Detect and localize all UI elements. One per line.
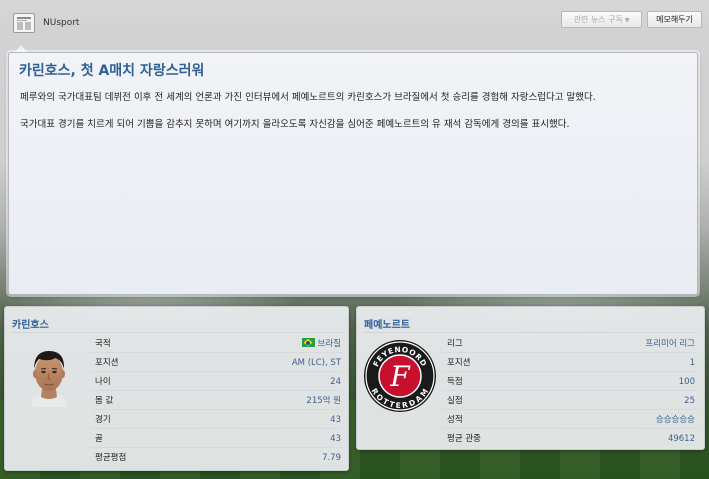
row-value: 100 (678, 377, 695, 387)
row-value: 승승승승승 (655, 415, 695, 425)
article-paragraph: 국가대표 경기를 치르게 되어 기쁨을 감추지 못하며 여기까지 올라오도록 자… (20, 119, 570, 130)
club-row-position: 포지션 1 (443, 354, 697, 372)
row-label: 득점 (447, 377, 463, 387)
player-row-value: 몸 값 215억 원 (91, 392, 343, 410)
chevron-down-icon: ▼ (624, 17, 630, 24)
divider (363, 332, 698, 333)
row-value: 1 (689, 358, 695, 368)
row-label: 리그 (447, 339, 463, 349)
row-value: AM (LC), ST (291, 358, 341, 368)
club-row-goals-against: 실점 25 (443, 392, 697, 410)
club-row-avg-attendance: 평균 관중 49612 (443, 430, 697, 448)
subscribe-related-news-button[interactable]: 관련 뉴스 구독 ▼ (561, 11, 642, 28)
player-row-nationality: 국적 브라질 (91, 335, 343, 353)
row-label: 평균 관중 (447, 434, 481, 444)
row-label: 국적 (95, 339, 111, 349)
row-value: 43 (330, 434, 341, 444)
row-value[interactable]: 브라질 (301, 335, 341, 353)
row-label: 나이 (95, 377, 111, 387)
club-row-goals-for: 득점 100 (443, 373, 697, 391)
newspaper-icon (13, 13, 35, 33)
club-info-card: 페예노르트 FEYENOORD ROTTERDAM F 리그 프리미어 리그 포… (356, 306, 705, 450)
row-value: 25 (684, 396, 695, 406)
nationality-value: 브라질 (317, 339, 341, 349)
row-value: 215억 원 (306, 396, 341, 406)
row-value: 43 (330, 415, 341, 425)
article-body: 페루와의 국가대표팀 데뷔전 이후 전 세계의 언론과 가진 인터뷰에서 페예노… (20, 91, 690, 145)
player-row-age: 나이 24 (91, 373, 343, 391)
crest-letter: F (389, 360, 411, 393)
article-panel: 카린호스, 첫 A매치 자랑스러워 페루와의 국가대표팀 데뷔전 이후 전 세계… (8, 52, 698, 295)
player-row-goals: 골 43 (91, 430, 343, 448)
player-info-card: 카린호스 국적 브라질 포지션 AM (LC), ST 나이 24 몸 값 21… (4, 306, 349, 471)
row-value: 24 (330, 377, 341, 387)
row-label: 몸 값 (95, 396, 114, 406)
row-value: 49612 (667, 434, 695, 444)
player-row-avg-rating: 평균평점 7.79 (91, 449, 343, 467)
player-portrait (31, 351, 67, 407)
news-source: NUsport (43, 18, 80, 28)
save-memo-button[interactable]: 메모해두기 (647, 11, 702, 28)
row-label: 성적 (447, 415, 463, 425)
club-row-league: 리그 프리미어 리그 (443, 335, 697, 353)
news-header: NUsport 관련 뉴스 구독 ▼ 메모해두기 (0, 0, 709, 48)
row-label: 골 (95, 434, 103, 444)
row-value: 7.79 (322, 453, 341, 463)
brazil-flag-icon (301, 338, 315, 347)
player-name-link[interactable]: 카린호스 (12, 316, 49, 331)
row-label: 평균평점 (95, 453, 127, 463)
league-link[interactable]: 프리미어 리그 (645, 335, 695, 353)
club-row-form: 성적 승승승승승 (443, 411, 697, 429)
row-label: 실점 (447, 396, 463, 406)
player-row-apps: 경기 43 (91, 411, 343, 429)
article-paragraph: 페루와의 국가대표팀 데뷔전 이후 전 세계의 언론과 가진 인터뷰에서 페예노… (20, 92, 596, 103)
row-label: 포지션 (447, 358, 471, 368)
divider (11, 332, 344, 333)
row-label: 포지션 (95, 358, 119, 368)
article-title: 카린호스, 첫 A매치 자랑스러워 (19, 63, 205, 79)
player-row-position: 포지션 AM (LC), ST (91, 354, 343, 372)
row-label: 경기 (95, 415, 111, 425)
club-crest-logo: FEYENOORD ROTTERDAM F (364, 340, 436, 412)
subscribe-button-label: 관련 뉴스 구독 (573, 15, 623, 24)
club-name-link[interactable]: 페예노르트 (364, 316, 410, 331)
